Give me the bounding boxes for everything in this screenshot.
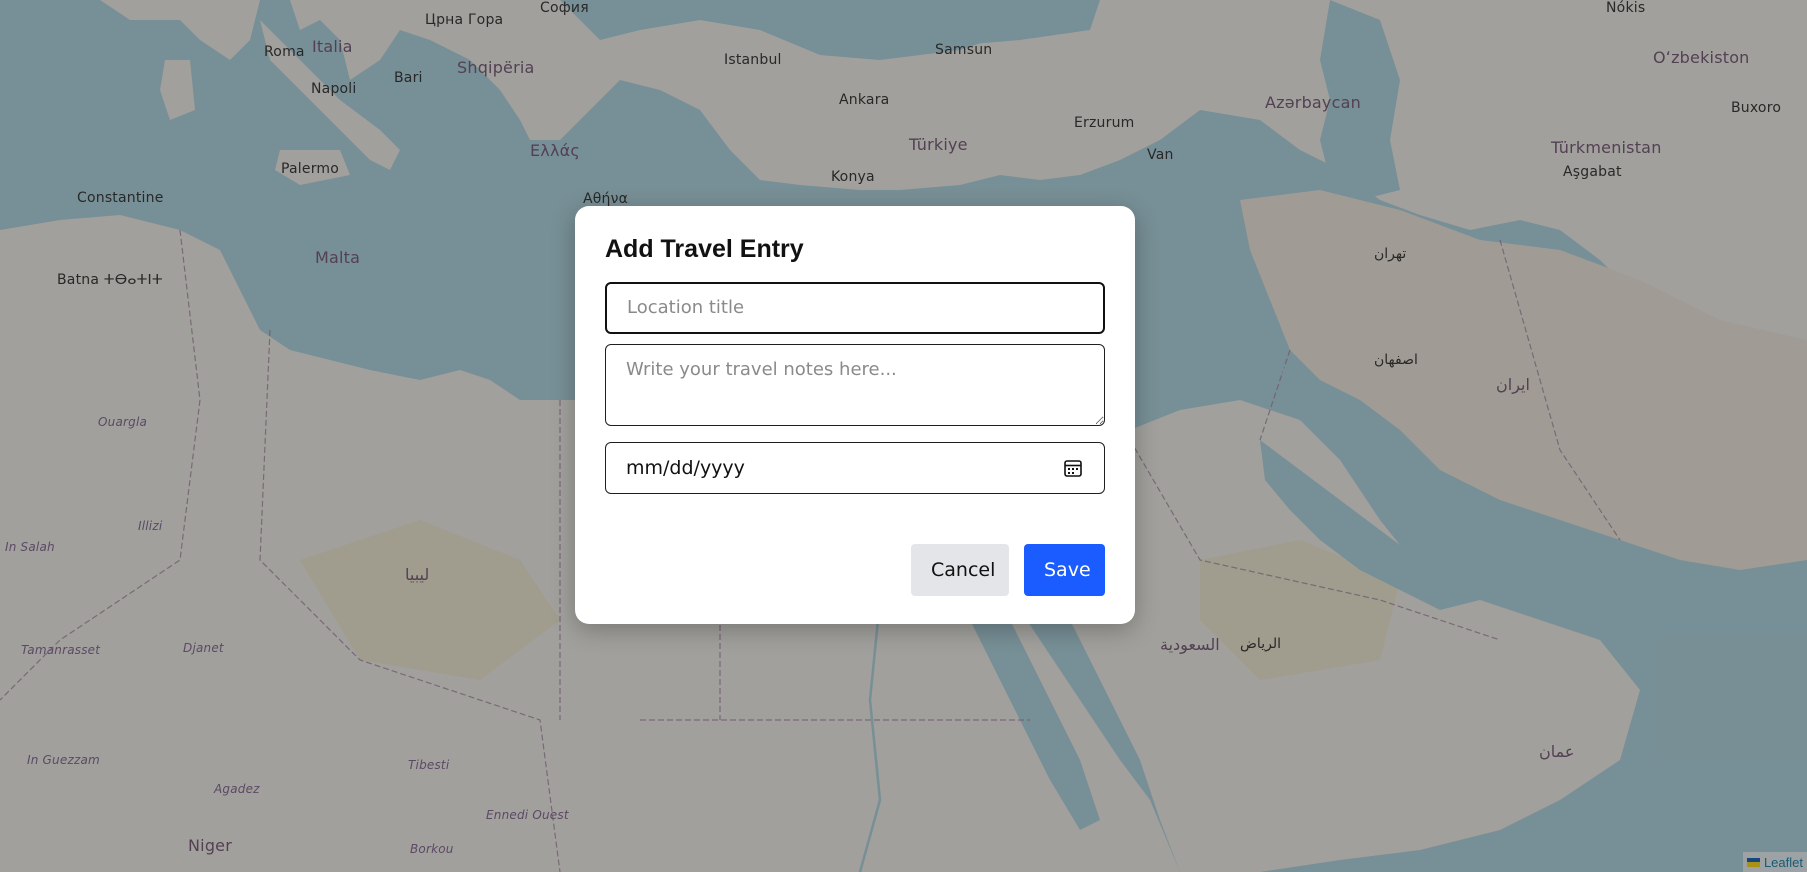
modal-actions: Cancel Save (911, 544, 1105, 596)
add-entry-modal: Add Travel Entry mm/dd/yyyy Cancel Save (575, 206, 1135, 624)
date-input[interactable]: mm/dd/yyyy (605, 441, 1105, 494)
calendar-icon[interactable] (1062, 457, 1084, 479)
location-title-input[interactable] (605, 281, 1105, 334)
modal-title: Add Travel Entry (605, 235, 804, 263)
cancel-button[interactable]: Cancel (911, 544, 1009, 596)
date-placeholder: mm/dd/yyyy (626, 456, 745, 479)
save-button[interactable]: Save (1024, 544, 1105, 596)
travel-notes-textarea[interactable] (605, 343, 1105, 426)
